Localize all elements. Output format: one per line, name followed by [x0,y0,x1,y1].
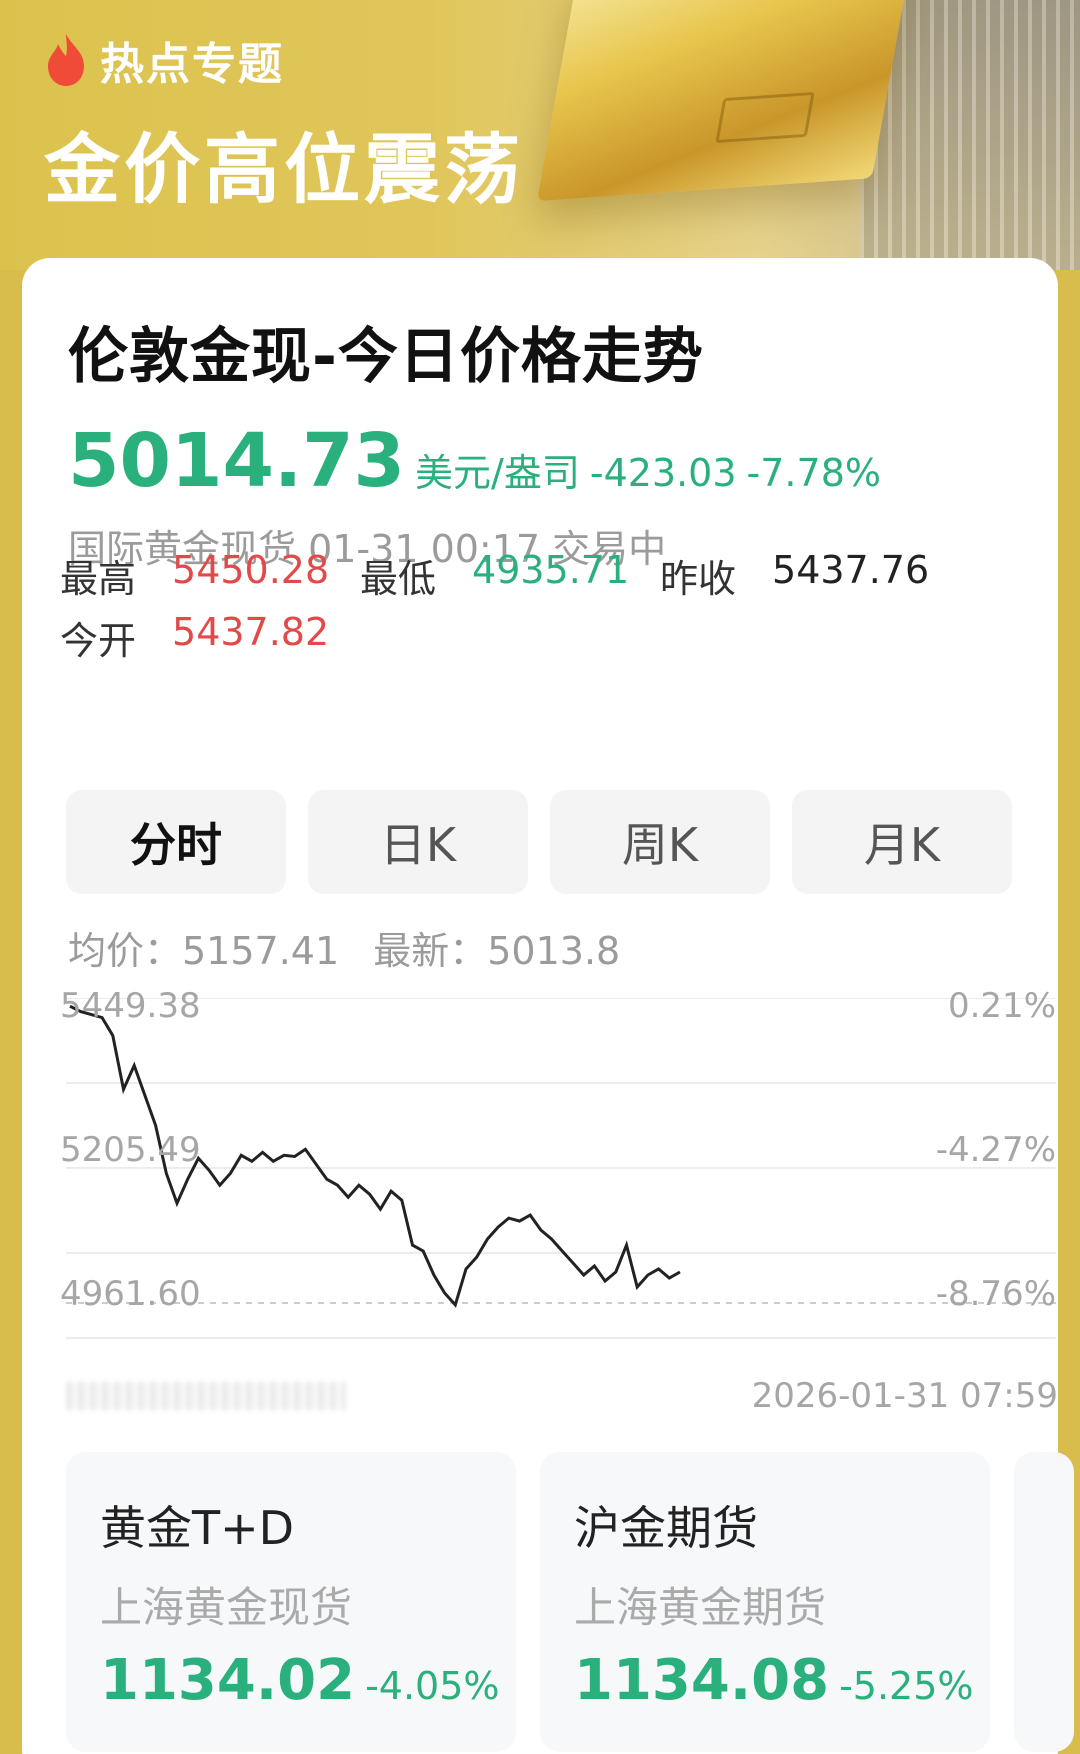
market-value: 1134.08 [574,1648,830,1713]
price-row: 5014.73 美元/盎司 -423.03 -7.78% [68,418,881,504]
price-change: -423.03 [589,451,737,495]
gold-bar-stamp [715,91,815,144]
y-label-right-top: 0.21% [947,986,1056,1026]
stat-low-label: 最低 [360,557,437,601]
time-axis-blur [66,1382,346,1410]
stat-prev-close-value: 5437.76 [772,548,930,592]
stat-prev-close-label: 昨收 [660,557,737,601]
tab-daily-k[interactable]: 日K [308,790,528,894]
stat-open-label: 今开 [60,619,137,663]
market-title: 黄金T+D [100,1501,295,1555]
topic-banner: 热点专题 金价高位震荡 [0,0,1080,270]
flame-icon [48,34,84,86]
y-label-right-bottom: -8.76% [935,1274,1056,1314]
avg-latest-row: 均价：5157.41 最新：5013.8 [68,920,620,975]
tab-weekly-k[interactable]: 周K [550,790,770,894]
period-tabs: 分时 日K 周K 月K [66,790,1012,894]
market-title: 沪金期货 [574,1501,758,1555]
hot-topic-header: 热点专题 [42,28,284,92]
y-label-left-bottom: 4961.60 [60,1274,201,1314]
current-price: 5014.73 [68,418,406,504]
y-label-left-top: 5449.38 [60,986,201,1026]
tab-monthly-k[interactable]: 月K [792,790,1012,894]
y-label-left-mid: 5205.49 [60,1130,201,1170]
card-title: 伦敦金现-今日价格走势 [68,322,704,392]
market-value-row: 1134.08 -5.25% [574,1648,974,1713]
market-card-td[interactable]: 黄金T+D 上海黄金现货 1134.02 -4.05% [66,1452,516,1752]
stat-open: 今开 5437.82 [60,610,329,665]
stat-prev-close: 昨收 5437.76 [660,548,929,603]
hot-topic-label: 热点专题 [100,39,284,90]
topic-title: 金价高位震荡 [44,125,524,214]
stat-low-value: 4935.71 [472,548,630,592]
stat-high: 最高 5450.28 [60,548,329,603]
stat-high-label: 最高 [60,557,137,601]
market-card-futures[interactable]: 沪金期货 上海黄金期货 1134.08 -5.25% [540,1452,990,1752]
market-value: 1134.02 [100,1648,356,1713]
market-subtitle: 上海黄金现货 [100,1583,353,1632]
tab-intraday[interactable]: 分时 [66,790,286,894]
price-unit: 美元/盎司 [415,451,580,495]
market-value-row: 1134.02 -4.05% [100,1648,500,1713]
price-change-pct: -7.78% [746,451,881,495]
intraday-chart[interactable] [66,998,1056,1343]
chart-end-time: 2026-01-31 07:59 [751,1376,1058,1416]
market-card-next[interactable] [1014,1452,1074,1752]
avg-price: 均价：5157.41 [68,929,340,973]
market-subtitle: 上海黄金期货 [574,1583,827,1632]
price-card: 伦敦金现-今日价格走势 5014.73 美元/盎司 -423.03 -7.78%… [22,258,1074,1754]
market-pct: -4.05% [365,1664,500,1708]
stat-low: 最低 4935.71 [360,548,629,603]
stat-open-value: 5437.82 [172,610,330,654]
latest-price: 最新：5013.8 [373,929,621,973]
stat-high-value: 5450.28 [172,548,330,592]
y-label-right-mid: -4.27% [935,1130,1056,1170]
market-pct: -5.25% [839,1664,974,1708]
